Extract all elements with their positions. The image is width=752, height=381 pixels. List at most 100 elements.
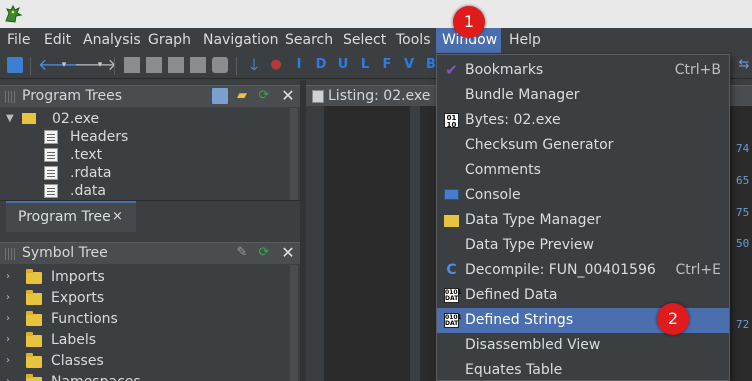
tree-root-label: 02.exe <box>52 111 100 127</box>
file-icon <box>44 184 58 198</box>
forward-arrow-icon[interactable]: 🡒 <box>74 57 117 73</box>
title-bar <box>0 0 752 28</box>
listing-hex-value: 74 <box>736 142 750 155</box>
menu-item-label: Data Type Preview <box>465 237 594 253</box>
menu-analysis[interactable]: Analysis <box>77 28 147 53</box>
menu-item-bytes[interactable]: 01 10 Bytes: 02.exe <box>437 108 729 133</box>
folder-icon <box>26 332 42 347</box>
menu-item-label: Bytes: 02.exe <box>465 112 561 128</box>
menu-item-checksum-generator[interactable]: Checksum Generator <box>437 133 729 158</box>
listing-title: Listing: 02.exe <box>328 88 431 104</box>
drag-grip-icon[interactable] <box>5 248 17 260</box>
program-trees-header: Program Trees ▰ ⟳ ✕ <box>0 85 300 107</box>
tab-program-tree[interactable]: Program Tree × <box>6 201 136 232</box>
toolbar-letter-l[interactable]: L <box>357 57 373 73</box>
toolbar-letter-i[interactable]: I <box>291 57 307 73</box>
page-icon[interactable] <box>168 57 184 73</box>
menu-item-label: Decompile: FUN_00401596 <box>465 262 656 278</box>
chevron-right-icon[interactable]: › <box>6 331 16 349</box>
menu-item-label: Defined Strings <box>465 312 574 328</box>
toolbar-letter-f[interactable]: F <box>379 57 395 73</box>
bytes-icon: 01 10 <box>444 113 459 129</box>
menu-select[interactable]: Select <box>337 28 392 53</box>
symbol-tree-header: Symbol Tree ✎ ⟳ ✕ <box>0 242 300 264</box>
stop-icon[interactable]: ● <box>268 57 284 73</box>
toolbar-letter-v[interactable]: V <box>401 57 417 73</box>
save-icon[interactable] <box>7 57 23 73</box>
menu-item-comments[interactable]: Comments <box>437 158 729 183</box>
tree-grid-icon[interactable] <box>212 88 228 104</box>
menu-bar: File Edit Analysis Graph Navigation Sear… <box>0 28 752 53</box>
file-icon <box>44 130 58 144</box>
scrollbar[interactable] <box>290 265 298 381</box>
toolbar-letter-d[interactable]: D <box>313 57 329 73</box>
chevron-right-icon[interactable]: › <box>6 289 16 307</box>
folder-icon <box>26 290 42 305</box>
menu-item-defined-data[interactable]: 0101 DAT Defined Data <box>437 283 729 308</box>
back-arrow-icon[interactable]: 🡐 <box>38 57 81 73</box>
toolbar-separator <box>30 57 31 75</box>
close-icon[interactable]: ✕ <box>280 88 296 104</box>
menu-item-bundle-manager[interactable]: Bundle Manager <box>437 83 729 108</box>
menu-help[interactable]: Help <box>503 28 547 53</box>
back-dropdown-icon[interactable]: ▾ <box>56 57 72 73</box>
forward-dropdown-icon[interactable]: ▾ <box>92 57 108 73</box>
dat-icon: 0101 DAT <box>444 313 462 328</box>
page-gear-icon[interactable] <box>212 57 228 73</box>
monitor-icon <box>444 189 459 200</box>
chevron-right-icon[interactable]: › <box>6 268 16 286</box>
folder-icon <box>26 311 42 326</box>
menu-item-label: Comments <box>465 162 541 178</box>
tree-item-label: .rdata <box>70 165 112 181</box>
refresh-icon[interactable]: ⟳ <box>256 245 272 261</box>
symbol-item-label: Classes <box>51 353 104 369</box>
menu-file[interactable]: File <box>1 28 36 53</box>
symbol-tree-title: Symbol Tree <box>22 245 108 261</box>
symbol-item-label: Functions <box>51 311 118 327</box>
toolbar-letter-u[interactable]: U <box>335 57 351 73</box>
folder-icon <box>26 374 42 381</box>
menu-item-data-type-manager[interactable]: Data Type Manager <box>437 208 729 233</box>
menu-item-equates-table[interactable]: Equates Table <box>437 358 729 381</box>
folder-icon <box>26 353 42 368</box>
menu-item-disassembled-view[interactable]: Disassembled View <box>437 333 729 358</box>
page-icon[interactable] <box>124 57 140 73</box>
down-arrow-icon[interactable]: 🡓 <box>246 57 262 73</box>
symbol-item-label: Labels <box>51 332 97 348</box>
edit-icon[interactable]: ✎ <box>234 245 250 261</box>
menu-item-console[interactable]: Console <box>437 183 729 208</box>
scrollbar[interactable] <box>290 108 298 200</box>
drag-grip-icon[interactable] <box>5 91 17 103</box>
chevron-down-icon[interactable]: ▼ <box>6 110 16 128</box>
menu-graph[interactable]: Graph <box>142 28 197 53</box>
menu-navigation[interactable]: Navigation <box>197 28 285 53</box>
page-icon[interactable] <box>190 57 206 73</box>
menu-tools[interactable]: Tools <box>390 28 437 53</box>
listing-margin <box>306 106 324 381</box>
chevron-right-icon[interactable]: › <box>6 310 16 328</box>
program-tree-tabbar: Program Tree × <box>0 200 300 232</box>
menu-item-shortcut: Ctrl+E <box>675 262 722 278</box>
symbol-item-label: Namespaces <box>51 373 141 381</box>
page-icon[interactable] <box>146 57 162 73</box>
menu-item-data-type-preview[interactable]: Data Type Preview <box>437 233 729 258</box>
menu-item-bookmarks[interactable]: ✔ Bookmarks Ctrl+B <box>437 58 729 83</box>
refresh-icon[interactable]: ⟳ <box>256 88 272 104</box>
menu-item-decompile[interactable]: C Decompile: FUN_00401596 Ctrl+E <box>437 258 729 283</box>
listing-hex-value: 65 <box>736 174 750 187</box>
open-folder-icon[interactable]: ▰ <box>234 88 250 104</box>
dat-icon: 0101 DAT <box>444 288 462 303</box>
symbol-tree-content: › Imports › Exports › Functions › Labels… <box>0 265 300 381</box>
program-trees-title: Program Trees <box>22 88 122 104</box>
chevron-right-icon[interactable]: › <box>6 373 16 381</box>
file-icon <box>44 148 58 162</box>
toolbar-overflow-icon[interactable]: ⇆ <box>736 57 752 73</box>
menu-edit[interactable]: Edit <box>38 28 77 53</box>
toolbar-separator <box>114 57 115 75</box>
chevron-right-icon[interactable]: › <box>6 352 16 370</box>
menu-search[interactable]: Search <box>279 28 339 53</box>
folder-icon <box>444 215 459 227</box>
tab-close-icon[interactable]: × <box>112 209 123 224</box>
close-icon[interactable]: ✕ <box>280 245 296 261</box>
menu-item-label: Equates Table <box>465 362 563 378</box>
